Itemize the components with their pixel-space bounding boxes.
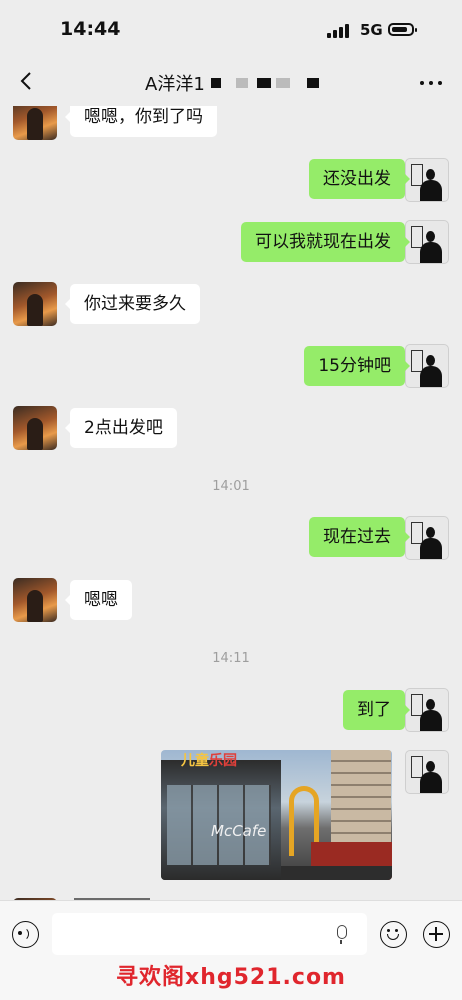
more-icon[interactable] [418,72,444,92]
timestamp: 14:01 [212,479,250,494]
timestamp: 14:11 [212,651,250,666]
mic-icon[interactable] [337,925,347,944]
message-bubble[interactable]: 现在过去 [309,517,410,557]
back-icon[interactable] [16,70,38,92]
status-bar: 14:44 5G [0,0,462,58]
image-sign-text: 儿童乐园 [181,753,237,769]
status-time: 14:44 [60,18,121,40]
self-avatar[interactable] [405,688,449,732]
message-bubble[interactable]: 可以我就现在出发 [241,222,410,262]
self-avatar[interactable] [405,344,449,388]
peer-avatar[interactable] [13,106,57,140]
message-bubble[interactable]: 还没出发 [309,159,410,199]
self-avatar[interactable] [405,158,449,202]
watermark: 寻欢阁xhg521.com [116,965,346,990]
chat-title: A洋洋1 [145,74,205,95]
network-label: 5G [360,21,383,39]
self-avatar[interactable] [405,220,449,264]
emoji-icon[interactable] [380,921,407,948]
plus-icon[interactable] [423,921,450,948]
signal-icon [327,24,353,38]
message-bubble[interactable]: 15分钟吧 [304,346,410,386]
message-bubble[interactable]: 你过来要多久 [65,284,200,324]
message-bubble[interactable]: 嗯嗯，你到了吗 [65,106,217,137]
chat-area[interactable]: 嗯嗯，你到了吗 还没出发 可以我就现在出发 你过来要多久 15分钟吧 2点出发吧… [0,106,462,900]
peer-avatar[interactable] [13,282,57,326]
image-message[interactable]: 儿童乐园 McCafe [161,750,392,880]
image-cafe-text: McCafe [211,822,267,840]
message-bubble[interactable]: 2点出发吧 [65,408,177,448]
input-bar: 寻欢阁xhg521.com [0,900,462,1000]
peer-avatar[interactable] [13,578,57,622]
message-input[interactable] [52,913,367,955]
battery-icon [388,23,417,36]
chat-header: A洋洋1 [0,58,462,106]
peer-avatar[interactable] [13,406,57,450]
message-bubble[interactable]: 到了 [343,690,410,730]
voice-icon[interactable] [12,921,39,948]
self-avatar[interactable] [405,750,449,794]
message-bubble[interactable]: 嗯嗯 [65,580,132,620]
self-avatar[interactable] [405,516,449,560]
